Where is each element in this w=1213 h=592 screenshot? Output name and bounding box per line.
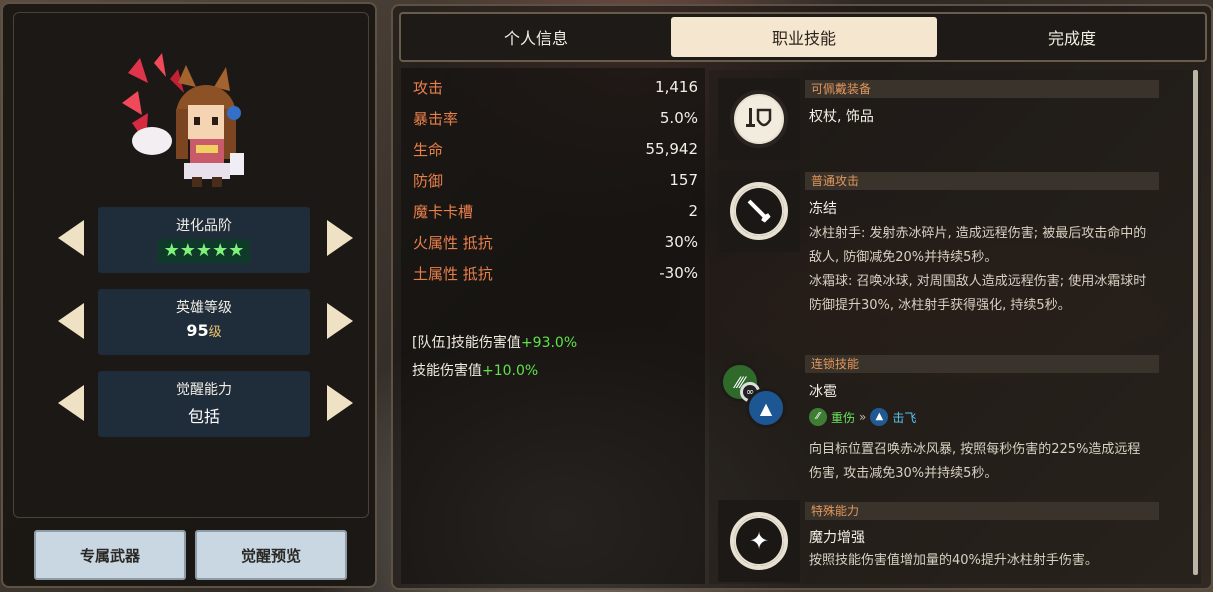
skills-scrollbar[interactable] — [1193, 70, 1198, 575]
stat-name: 攻击 — [413, 78, 444, 97]
level-card: 英雄等级 95级 — [98, 289, 310, 355]
stat-value: 2 — [688, 202, 698, 220]
special-name: 魔力增强 — [809, 530, 865, 546]
hero-info-frame: 进化品阶 ★★★★★ 英雄等级 95级 觉醒能力 包括 — [13, 12, 369, 518]
level-unit: 级 — [208, 325, 222, 340]
stat-value: 30% — [664, 233, 698, 251]
equip-icon-box — [718, 78, 800, 160]
stat-row-earth-resist: 土属性 抵抗 -30% — [413, 260, 698, 286]
stat-value: 5.0% — [659, 109, 698, 127]
level-title: 英雄等级 — [176, 300, 232, 316]
normal-attack-icon-box — [718, 170, 800, 252]
chain-skill-desc: 向目标位置召唤赤冰风暴, 按照每秒伤害的225%造成远程伤害, 攻击减免30%并… — [809, 442, 1141, 481]
level-value: 95级 — [98, 321, 310, 340]
evolution-next-arrow[interactable] — [327, 220, 353, 256]
team-skill-damage: [队伍]技能伤害值+93.0% — [412, 332, 577, 352]
stat-row-crit: 暴击率 5.0% — [413, 105, 698, 131]
skill-damage-label: 技能伤害值 — [412, 363, 482, 379]
awaken-preview-button[interactable]: 觉醒预览 — [195, 530, 347, 580]
special-header: 特殊能力 — [805, 502, 1159, 520]
stat-name: 魔卡卡槽 — [413, 202, 474, 221]
exclusive-weapon-button[interactable]: 专属武器 — [34, 530, 186, 580]
evolution-card: 进化品阶 ★★★★★ — [98, 207, 310, 273]
stat-row-hp: 生命 55,942 — [413, 136, 698, 162]
special-desc: 按照技能伤害值增加量的40%提升冰柱射手伤害。 — [809, 553, 1098, 568]
tab-bar: 个人信息 职业技能 完成度 — [399, 12, 1207, 62]
level-prev-arrow[interactable] — [58, 303, 84, 339]
stat-value: -30% — [659, 264, 698, 282]
ice-spike-icon: ▲ — [746, 388, 786, 428]
evolution-title: 进化品阶 — [176, 218, 232, 234]
knockup-icon: ▲ — [870, 408, 889, 426]
special-icon-box: ✦ — [718, 500, 800, 582]
equip-desc: 权杖, 饰品 — [809, 109, 874, 125]
awaken-card: 觉醒能力 包括 — [98, 371, 310, 437]
chain-skill-icon-box: ⁄⁄⁄ ∞ ▲ — [718, 354, 800, 436]
evolution-prev-arrow[interactable] — [58, 220, 84, 256]
awaken-value: 包括 — [187, 407, 220, 426]
evolution-stars: ★★★★★ — [157, 239, 251, 263]
equip-header: 可佩戴装备 — [805, 80, 1159, 98]
level-number: 95 — [186, 321, 209, 340]
stat-name: 暴击率 — [413, 109, 459, 128]
hero-panel: 进化品阶 ★★★★★ 英雄等级 95级 觉醒能力 包括 专属武器 觉醒预览 — [1, 2, 377, 588]
team-skill-damage-value: +93.0% — [520, 335, 578, 351]
stat-value: 1,416 — [655, 78, 698, 96]
stats-list: 攻击 1,416 暴击率 5.0% 生命 55,942 防御 157 魔卡卡槽 2 火属性… — [401, 68, 705, 584]
stat-row-defense: 防御 157 — [413, 167, 698, 193]
level-next-arrow[interactable] — [327, 303, 353, 339]
sword-icon — [730, 182, 788, 240]
hero-sprite — [122, 53, 244, 187]
stat-row-fire-resist: 火属性 抵抗 30% — [413, 229, 698, 255]
awaken-next-arrow[interactable] — [327, 385, 353, 421]
chain-skill-name: 冰雹 — [809, 384, 837, 400]
normal-attack-desc-2: 冰霜球: 召唤冰球, 对周围敌人造成远程伤害; 使用冰霜球时防御提升30%, 冰… — [809, 274, 1147, 313]
detail-panel: 个人信息 职业技能 完成度 攻击 1,416 暴击率 5.0% 生命 55,942 防… — [391, 4, 1213, 590]
skills-list: 可佩戴装备 权杖, 饰品 普通攻击 冻结 冰柱射手: 发射赤冰碎片, 造成远程伤… — [709, 70, 1201, 584]
scroll-thumb[interactable] — [1193, 70, 1198, 575]
team-skill-damage-label: [队伍]技能伤害值 — [412, 335, 521, 351]
stat-value: 55,942 — [645, 140, 699, 158]
chain-tag-from: 重伤 — [831, 410, 856, 425]
skill-damage: 技能伤害值+10.0% — [412, 360, 538, 380]
skill-damage-value: +10.0% — [482, 363, 539, 379]
tab-completion[interactable]: 完成度 — [939, 14, 1205, 60]
normal-attack-header: 普通攻击 — [805, 172, 1159, 190]
awaken-title: 觉醒能力 — [176, 382, 232, 398]
stat-row-card-slot: 魔卡卡槽 2 — [413, 198, 698, 224]
tab-class-skills[interactable]: 职业技能 — [671, 17, 937, 57]
stat-name: 土属性 抵抗 — [413, 264, 493, 283]
stat-name: 生命 — [413, 140, 444, 159]
heavy-wound-icon: ⁄⁄ — [809, 408, 827, 426]
sparkle-icon: ✦ — [730, 512, 788, 570]
chain-tag-sep: » — [859, 410, 867, 424]
awaken-prev-arrow[interactable] — [58, 385, 84, 421]
normal-attack-name: 冻结 — [809, 201, 837, 217]
chain-tag-to: 击飞 — [892, 410, 917, 425]
chain-skill-header: 连锁技能 — [805, 355, 1159, 373]
stat-row-attack: 攻击 1,416 — [413, 74, 698, 100]
stat-name: 防御 — [413, 171, 444, 190]
stat-value: 157 — [669, 171, 698, 189]
tab-personal-info[interactable]: 个人信息 — [403, 14, 669, 60]
stat-name: 火属性 抵抗 — [413, 233, 493, 252]
normal-attack-desc-1: 冰柱射手: 发射赤冰碎片, 造成远程伤害; 被最后攻击命中的敌人, 防御减免20… — [809, 226, 1147, 265]
sword-shield-icon — [730, 90, 788, 148]
chain-tags: ⁄⁄ 重伤 » ▲ 击飞 — [809, 408, 916, 426]
